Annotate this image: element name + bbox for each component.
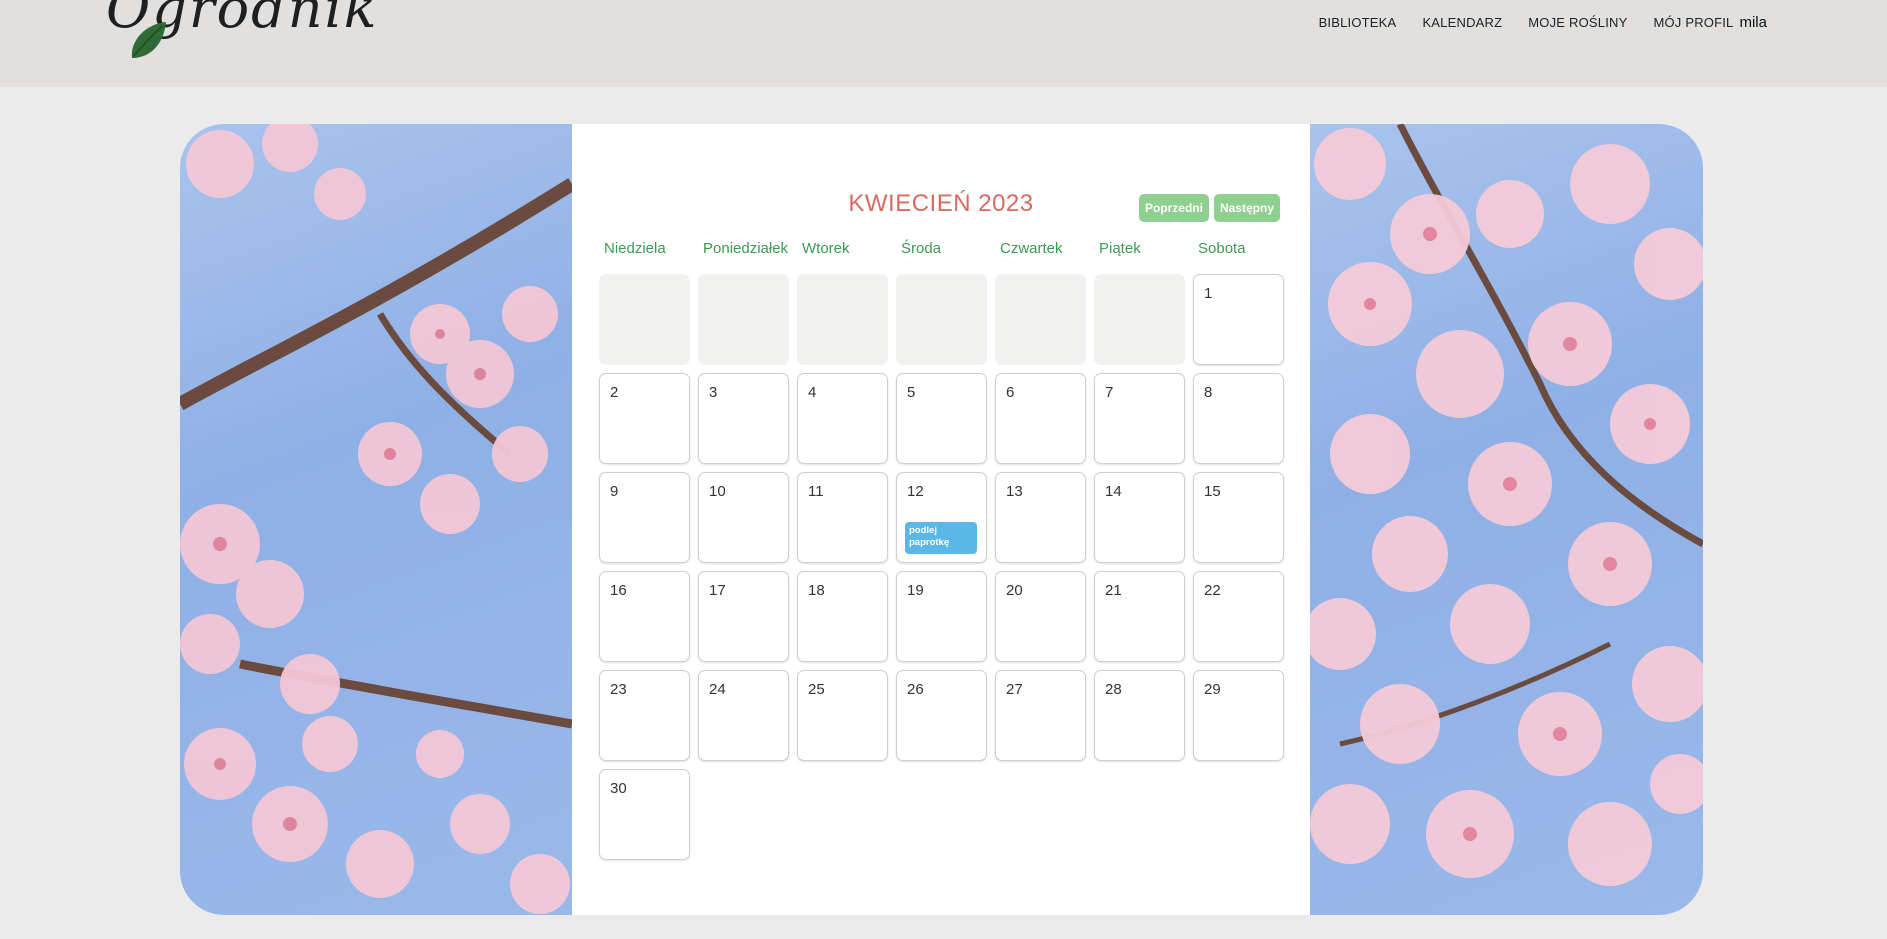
empty-day-cell <box>797 274 888 365</box>
day-number: 2 <box>610 384 619 401</box>
cherry-blossom-image-right <box>1310 124 1703 915</box>
day-number: 4 <box>808 384 817 401</box>
cherry-blossom-image-left <box>180 124 572 915</box>
weekday-wednesday: Środa <box>901 240 942 257</box>
day-cell[interactable]: 3 <box>698 373 789 464</box>
day-number: 3 <box>709 384 718 401</box>
day-number: 16 <box>610 582 627 599</box>
nav-link-kalendarz[interactable]: KALENDARZ <box>1422 15 1502 30</box>
day-cell[interactable]: 9 <box>599 472 690 563</box>
day-cell[interactable]: 24 <box>698 670 789 761</box>
day-number: 5 <box>907 384 916 401</box>
day-cell[interactable]: 5 <box>896 373 987 464</box>
next-month-button[interactable]: Następny <box>1213 194 1280 222</box>
site-logo[interactable]: Ogrodnik <box>106 0 379 62</box>
main-nav: BIBLIOTEKA KALENDARZ MOJE ROŚLINY MÓJ PR… <box>1319 14 1767 31</box>
day-number: 18 <box>808 582 825 599</box>
day-cell[interactable]: 26 <box>896 670 987 761</box>
day-number: 20 <box>1006 582 1023 599</box>
day-cell[interactable]: 1 <box>1193 274 1284 365</box>
nav-link-moje-rosliny[interactable]: MOJE ROŚLINY <box>1528 15 1627 30</box>
day-cell[interactable]: 19 <box>896 571 987 662</box>
day-number: 9 <box>610 483 619 500</box>
day-number: 27 <box>1006 681 1023 698</box>
day-cell[interactable]: 11 <box>797 472 888 563</box>
day-cell[interactable]: 10 <box>698 472 789 563</box>
empty-day-cell <box>896 274 987 365</box>
username-label: mila <box>1739 14 1767 31</box>
day-cell[interactable]: 29 <box>1193 670 1284 761</box>
day-number: 19 <box>907 582 924 599</box>
day-number: 10 <box>709 483 726 500</box>
weekday-friday: Piątek <box>1099 240 1141 257</box>
day-number: 17 <box>709 582 726 599</box>
day-cell[interactable]: 18 <box>797 571 888 662</box>
day-number: 28 <box>1105 681 1122 698</box>
day-number: 1 <box>1204 285 1213 302</box>
nav-link-moj-profil[interactable]: MÓJ PROFIL <box>1653 15 1733 30</box>
day-cell[interactable]: 27 <box>995 670 1086 761</box>
leaf-icon <box>131 22 166 58</box>
empty-day-cell <box>1094 274 1185 365</box>
day-number: 29 <box>1204 681 1221 698</box>
day-number: 24 <box>709 681 726 698</box>
day-cell[interactable]: 16 <box>599 571 690 662</box>
day-number: 13 <box>1006 483 1023 500</box>
day-number: 14 <box>1105 483 1122 500</box>
day-cell[interactable]: 6 <box>995 373 1086 464</box>
event-badge[interactable]: podlej paprotkę <box>905 522 977 554</box>
day-cell[interactable]: 22 <box>1193 571 1284 662</box>
day-cell[interactable]: 12 podlej paprotkę <box>896 472 987 563</box>
day-cell[interactable]: 20 <box>995 571 1086 662</box>
nav-link-biblioteka[interactable]: BIBLIOTEKA <box>1319 15 1397 30</box>
day-number: 15 <box>1204 483 1221 500</box>
weekday-tuesday: Wtorek <box>802 240 850 257</box>
day-number: 30 <box>610 780 627 797</box>
day-cell[interactable]: 2 <box>599 373 690 464</box>
empty-day-cell <box>995 274 1086 365</box>
day-cell[interactable]: 28 <box>1094 670 1185 761</box>
day-cell[interactable]: 23 <box>599 670 690 761</box>
weekday-monday: Poniedziałek <box>703 240 789 257</box>
empty-day-cell <box>599 274 690 365</box>
day-number: 25 <box>808 681 825 698</box>
day-cell[interactable]: 30 <box>599 769 690 860</box>
weekday-header: Niedziela Poniedziałek Wtorek Środa Czwa… <box>604 240 1297 257</box>
weekday-sunday: Niedziela <box>604 240 666 257</box>
calendar-grid: 1 2 3 4 5 6 7 8 9 10 11 12 podlej paprotkę 13 14 15 16 17… <box>599 274 1284 860</box>
previous-month-button[interactable]: Poprzedni <box>1138 194 1209 222</box>
day-cell[interactable]: 25 <box>797 670 888 761</box>
day-number: 6 <box>1006 384 1015 401</box>
day-cell[interactable]: 14 <box>1094 472 1185 563</box>
day-number: 11 <box>808 483 824 500</box>
day-number: 8 <box>1204 384 1213 401</box>
day-number: 26 <box>907 681 924 698</box>
day-number: 22 <box>1204 582 1221 599</box>
day-number: 23 <box>610 681 627 698</box>
day-cell[interactable]: 8 <box>1193 373 1284 464</box>
site-header: Ogrodnik BIBLIOTEKA KALENDARZ MOJE ROŚLI… <box>0 0 1887 87</box>
day-number: 21 <box>1105 582 1122 599</box>
month-navigation: Poprzedni Następny <box>1138 194 1280 222</box>
day-cell[interactable]: 15 <box>1193 472 1284 563</box>
weekday-saturday: Sobota <box>1198 240 1246 257</box>
day-number: 12 <box>907 483 924 500</box>
day-cell[interactable]: 13 <box>995 472 1086 563</box>
calendar-panel: KWIECIEŃ 2023 Poprzedni Następny Niedzie… <box>572 124 1310 915</box>
calendar-card: KWIECIEŃ 2023 Poprzedni Następny Niedzie… <box>180 124 1703 915</box>
empty-day-cell <box>698 274 789 365</box>
day-cell[interactable]: 17 <box>698 571 789 662</box>
day-cell[interactable]: 4 <box>797 373 888 464</box>
weekday-thursday: Czwartek <box>1000 240 1063 257</box>
day-number: 7 <box>1105 384 1114 401</box>
day-cell[interactable]: 7 <box>1094 373 1185 464</box>
day-cell[interactable]: 21 <box>1094 571 1185 662</box>
